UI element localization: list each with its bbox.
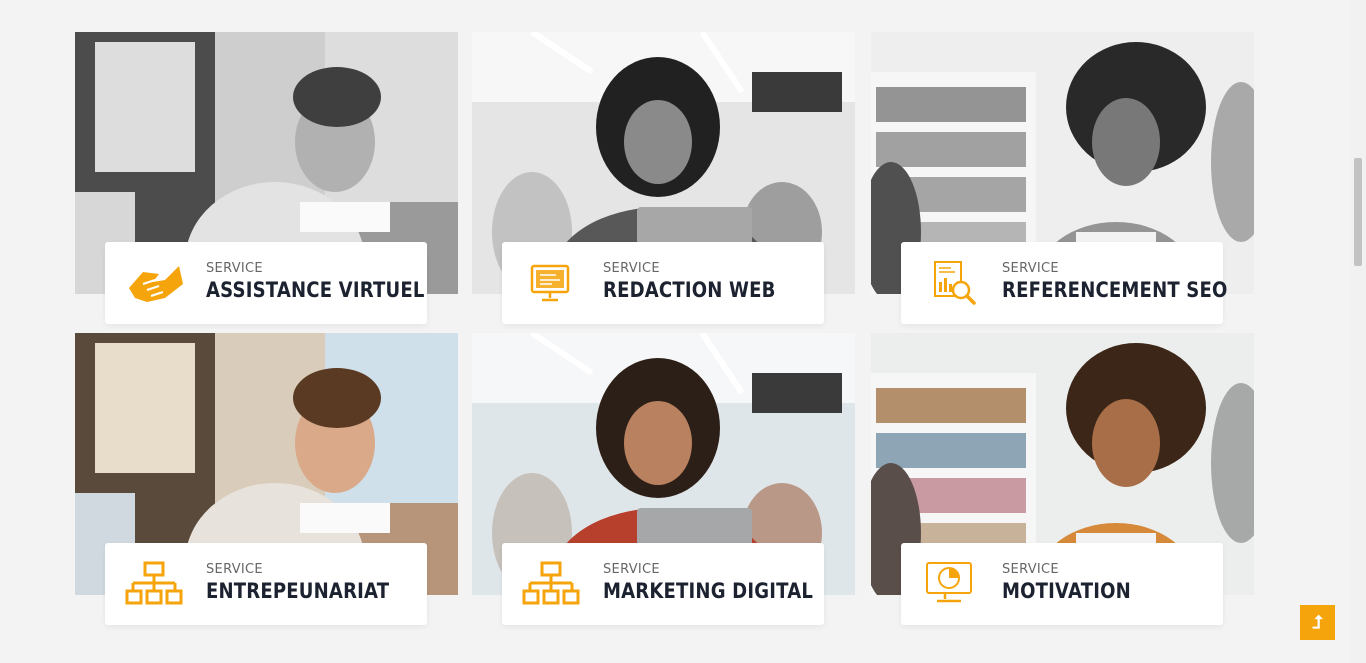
- service-label[interactable]: SERVICE MARKETING DIGITAL: [502, 543, 824, 625]
- service-title: ASSISTANCE VIRTUEL: [206, 278, 425, 302]
- network-hierarchy-icon: [522, 559, 582, 609]
- service-title: ENTREPEUNARIAT: [206, 579, 390, 603]
- service-label[interactable]: SERVICE ENTREPEUNARIAT: [105, 543, 427, 625]
- service-label[interactable]: SERVICE MOTIVATION: [901, 543, 1223, 625]
- handshake-icon: [125, 258, 185, 308]
- service-card-assistance-virtuel[interactable]: SERVICE ASSISTANCE VIRTUEL: [75, 32, 458, 324]
- computer-monitor-icon: [522, 258, 582, 308]
- service-kicker: SERVICE: [603, 261, 660, 276]
- network-hierarchy-icon: [125, 559, 185, 609]
- arrow-up-icon: ⮥: [1312, 612, 1323, 633]
- service-kicker: SERVICE: [1002, 562, 1059, 577]
- service-kicker: SERVICE: [206, 562, 263, 577]
- service-label[interactable]: SERVICE REFERENCEMENT SEO: [901, 242, 1227, 324]
- seo-report-magnifier-icon: [921, 258, 981, 308]
- scrollbar-thumb[interactable]: [1354, 158, 1362, 266]
- monitor-chart-icon: [921, 559, 981, 609]
- service-card-referencement-seo[interactable]: SERVICE REFERENCEMENT SEO: [871, 32, 1254, 324]
- service-card-entrepeunariat[interactable]: SERVICE ENTREPEUNARIAT: [75, 333, 458, 625]
- service-card-marketing-digital[interactable]: SERVICE MARKETING DIGITAL: [472, 333, 855, 625]
- service-title: REDACTION WEB: [603, 278, 776, 302]
- service-label[interactable]: SERVICE ASSISTANCE VIRTUEL: [105, 242, 427, 324]
- service-kicker: SERVICE: [1002, 261, 1059, 276]
- service-label[interactable]: SERVICE REDACTION WEB: [502, 242, 824, 324]
- service-kicker: SERVICE: [603, 562, 660, 577]
- service-card-motivation[interactable]: SERVICE MOTIVATION: [871, 333, 1254, 625]
- vertical-scrollbar[interactable]: [1349, 0, 1366, 663]
- service-title: MOTIVATION: [1002, 579, 1131, 603]
- back-to-top-button[interactable]: ⮥: [1300, 605, 1335, 640]
- service-title: MARKETING DIGITAL: [603, 579, 814, 603]
- service-kicker: SERVICE: [206, 261, 263, 276]
- service-card-redaction-web[interactable]: SERVICE REDACTION WEB: [472, 32, 855, 324]
- service-title: REFERENCEMENT SEO: [1002, 278, 1228, 302]
